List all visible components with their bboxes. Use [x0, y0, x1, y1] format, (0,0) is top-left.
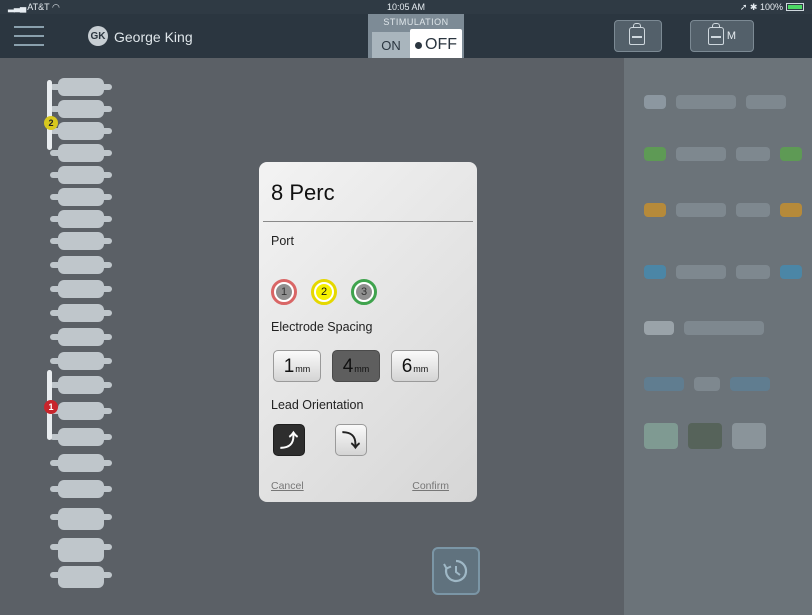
panel-row [644, 260, 802, 284]
orientation-down-button[interactable]: ⤵ [335, 424, 367, 456]
lead-config-dialog: 8 Perc Port 1 2 3 Electrode Spacing 1 mm … [259, 162, 477, 502]
orientation-label: Lead Orientation [271, 398, 364, 412]
panel-row [644, 316, 764, 340]
panel-row [644, 90, 786, 114]
port-1-button[interactable]: 1 [271, 279, 297, 305]
top-nav-bar: GK George King STIMULATION ON OFF M [0, 14, 812, 64]
avatar: GK [88, 26, 108, 46]
device-button-m[interactable]: M [690, 20, 754, 52]
cancel-button[interactable]: Cancel [271, 480, 304, 492]
device-button-1[interactable] [614, 20, 662, 52]
lead-2[interactable]: 2 [44, 80, 58, 150]
dialog-title: 8 Perc [271, 180, 335, 205]
lead-1[interactable]: 1 [44, 370, 58, 440]
lead-marker-2: 2 [44, 116, 58, 130]
confirm-button[interactable]: Confirm [412, 480, 449, 492]
port-label: Port [271, 234, 294, 248]
spacing-label: Electrode Spacing [271, 320, 373, 334]
stimulation-on-button[interactable]: ON [372, 32, 410, 58]
orientation-up-button[interactable]: ⤴ [273, 424, 305, 456]
device-icon [628, 23, 645, 45]
spacing-6mm-button[interactable]: 6 mm [391, 350, 439, 382]
battery-icon [786, 3, 804, 12]
clock: 10:05 AM [386, 2, 426, 12]
stimulation-off-button[interactable]: OFF [410, 29, 462, 61]
stimulation-label: STIMULATION [383, 17, 449, 27]
arrow-up-right-icon: ⤴ [280, 431, 298, 451]
device-icon [707, 23, 724, 45]
stimulation-toggle[interactable]: STIMULATION ON OFF [368, 14, 464, 64]
history-icon [443, 559, 468, 583]
radio-dot-icon [415, 41, 422, 49]
port-3-button[interactable]: 3 [351, 279, 377, 305]
patient-name: George King [114, 29, 193, 45]
panel-row [644, 198, 802, 222]
history-button[interactable] [432, 547, 480, 595]
spacing-1mm-button[interactable]: 1 mm [273, 350, 321, 382]
divider [263, 221, 473, 222]
spacing-4mm-button[interactable]: 4 mm [332, 350, 380, 382]
panel-row [644, 142, 802, 166]
wifi-icon: ◠ [51, 1, 60, 12]
port-2-button[interactable]: 2 [311, 279, 337, 305]
panel-row [644, 372, 770, 396]
status-bar: ▂▃▄ AT&T ◠ 10:05 AM ➚ ✱ 100% [0, 0, 812, 14]
arrow-down-left-icon: ⤵ [342, 431, 360, 451]
lead-marker-1: 1 [44, 400, 58, 414]
battery-indicator: ➚ ✱ 100% [740, 2, 804, 13]
carrier-label: ▂▃▄ AT&T ◠ [8, 1, 60, 12]
panel-row [644, 423, 766, 449]
spine-diagram: 2 1 [44, 72, 114, 592]
menu-icon[interactable] [14, 26, 44, 46]
